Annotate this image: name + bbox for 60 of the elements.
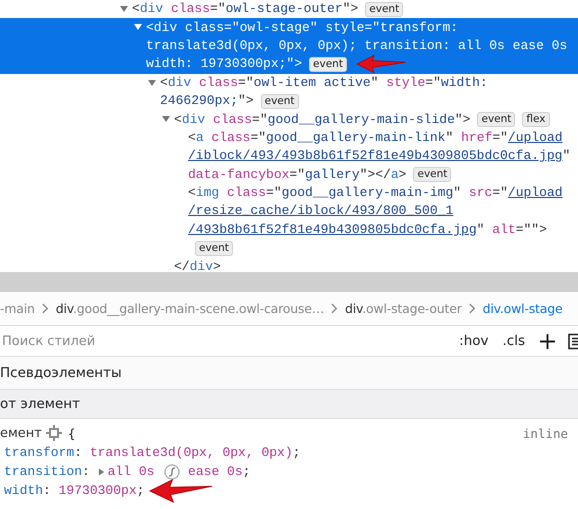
markup-line: /iblock/493/493b8b61f52f81e49b4309805bdc0cfa.jpg" xyxy=(188,147,570,166)
markup-line: </div> xyxy=(174,258,221,272)
event-badge[interactable]: event xyxy=(477,112,516,128)
classes-button[interactable]: .cls xyxy=(502,333,525,349)
style-search-field[interactable]: Поиск стилей xyxy=(2,329,460,353)
css-punctuation: : xyxy=(43,483,52,498)
event-badge[interactable]: event xyxy=(309,56,347,72)
markup-line: <div class="owl-stage-outer"> xyxy=(132,0,358,18)
property-name: width xyxy=(4,483,44,498)
rule-source[interactable]: inline xyxy=(522,426,568,440)
property-value: all 0s xyxy=(108,464,156,479)
target-icon[interactable] xyxy=(46,425,62,441)
chevron-icon xyxy=(42,303,49,314)
css-punctuation: ; xyxy=(242,464,250,479)
markup-line: <img class="good__gallery-main-img" src="/upload xyxy=(188,184,563,202)
event-badge[interactable]: event xyxy=(413,167,452,182)
property-value: ease 0s xyxy=(187,464,243,479)
markup-line: <a class="good__gallery-main-link" href="/upload xyxy=(188,128,563,147)
add-rule-icon[interactable] xyxy=(539,332,556,350)
markup-line: <div class="owl-item active" style="width: xyxy=(160,74,488,92)
breadcrumb-item[interactable]: div.good__gallery-main-scene.owl-carouse… xyxy=(56,301,324,316)
twisty-icon[interactable] xyxy=(119,4,129,14)
css-punctuation: ; xyxy=(136,483,144,498)
event-badge[interactable]: event xyxy=(195,240,233,256)
markup-line: 2466290px;"> xyxy=(160,92,254,110)
css-punctuation: : xyxy=(74,445,84,460)
property-value: 19730300px xyxy=(58,483,137,498)
rule-brace: { xyxy=(68,426,76,440)
selected-markup-row[interactable]: translate3d(0px, 0px, 0px); transition: all 0s ease 0s xyxy=(0,36,578,56)
event-badge[interactable]: event xyxy=(365,2,404,17)
twisty-icon[interactable] xyxy=(161,114,171,124)
markup-line: width: 19730300px;"> xyxy=(146,55,302,74)
breadcrumb-item[interactable]: div.owl-stage-outer xyxy=(345,301,462,316)
property-value: translate3d(0px, 0px, 0px) xyxy=(90,445,293,460)
markup-line: <div class="good__gallery-main-slide"> xyxy=(174,110,470,129)
event-badge[interactable]: event xyxy=(260,94,299,109)
markup-line: <div class="owl-stage" style="transform: xyxy=(146,18,458,37)
expand-triangle-icon[interactable] xyxy=(98,466,105,476)
css-punctuation: ; xyxy=(292,445,300,460)
section-header[interactable]: Псевдоэлементы xyxy=(0,357,578,390)
css-punctuation: : xyxy=(82,464,91,479)
section-header: от элемент xyxy=(0,390,578,419)
markup-line: /resize_cache/iblock/493/800_500_1 xyxy=(188,202,454,220)
selected-markup-row[interactable]: <div class="owl-stage" style="transform: xyxy=(0,18,578,37)
event-badge[interactable]: flex xyxy=(522,112,550,128)
rule-selector: емент xyxy=(0,426,42,440)
property-name: transform xyxy=(4,445,74,460)
markup-line: data-fancybox="gallery"></a> xyxy=(188,166,406,184)
easing-curve-icon[interactable] xyxy=(164,464,180,480)
markup-line: translate3d(0px, 0px, 0px); transition: all 0s ease 0s xyxy=(146,36,568,55)
markup-line: /493b8b61f52f81e49b4309805bdc0cfa.jpg" alt=""> xyxy=(188,220,547,239)
breadcrumb-item[interactable]: div.owl-stage xyxy=(482,301,562,316)
chevron-icon xyxy=(468,303,476,314)
twisty-icon[interactable] xyxy=(147,78,157,88)
hover-state-button[interactable]: :hov xyxy=(459,333,488,349)
twisty-icon[interactable] xyxy=(133,22,143,32)
document-icon[interactable] xyxy=(568,332,578,350)
property-name: transition xyxy=(4,464,82,479)
chevron-icon xyxy=(331,303,338,314)
selected-markup-row[interactable]: width: 19730300px;"> event xyxy=(0,55,578,74)
